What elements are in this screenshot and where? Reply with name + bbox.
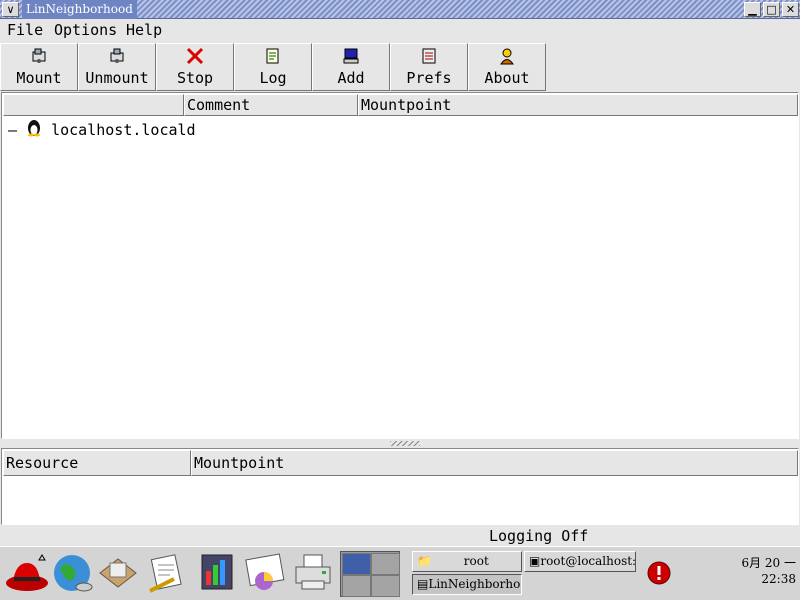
prefs-button[interactable]: Prefs [390, 43, 468, 91]
column-name-header[interactable] [3, 94, 184, 116]
prefs-icon [391, 47, 467, 69]
unmount-icon [79, 47, 155, 69]
task-terminal[interactable]: ▣root@localhost:/m [524, 551, 636, 572]
minimize-button[interactable]: ▁ [744, 2, 761, 17]
menu-file[interactable]: File [7, 21, 43, 39]
tree-expander[interactable]: — [8, 121, 17, 139]
task-linneighborhood[interactable]: ▤LinNeighborhood [412, 574, 522, 595]
spreadsheet-icon[interactable] [244, 551, 288, 595]
about-icon [469, 47, 545, 69]
clock-time: 22:38 [761, 572, 796, 586]
printer-icon[interactable] [292, 551, 336, 595]
host-name: localhost.locald [51, 121, 196, 139]
status-text: Logging Off [489, 527, 589, 545]
column-resource-header[interactable]: Resource [3, 450, 191, 476]
maximize-button[interactable]: □ [763, 2, 780, 17]
workspace-1[interactable] [342, 553, 371, 575]
menu-options[interactable]: Options [54, 21, 117, 39]
column-res-mountpoint-header[interactable]: Mountpoint [191, 450, 798, 476]
workspace-4[interactable] [371, 575, 400, 597]
stop-button[interactable]: Stop [156, 43, 234, 91]
mount-button[interactable]: Mount [0, 43, 78, 91]
log-icon [235, 47, 311, 69]
menu-bar: File Options Help [0, 19, 800, 42]
add-button[interactable]: Add [312, 43, 390, 91]
folder-icon: 📁 [417, 554, 432, 568]
add-icon [313, 47, 389, 69]
column-mountpoint-header[interactable]: Mountpoint [358, 94, 798, 116]
app-icon: ▤ [417, 577, 429, 591]
about-button[interactable]: About [468, 43, 546, 91]
workspace-2[interactable] [371, 553, 400, 575]
column-comment-header[interactable]: Comment [184, 94, 358, 116]
stop-icon [157, 47, 233, 69]
pane-splitter[interactable] [0, 439, 800, 448]
terminal-icon: ▣ [529, 554, 541, 568]
word-processor-icon[interactable] [146, 551, 190, 595]
status-bar: Logging Off [0, 527, 800, 546]
clock[interactable]: 6月 20 一 22:38 [726, 555, 796, 587]
window-menu-button[interactable]: ∨ [2, 2, 19, 17]
redhat-menu-icon[interactable] [4, 551, 48, 595]
task-root[interactable]: 📁 root [412, 551, 522, 572]
log-button[interactable]: Log [234, 43, 312, 91]
window-title: LinNeighborhood [22, 0, 137, 19]
title-bar: ∨ LinNeighborhood ▁ □ ✕ [0, 0, 800, 19]
mount-icon [1, 47, 77, 69]
presentation-icon[interactable] [196, 551, 240, 595]
clock-date: 6月 20 一 [741, 556, 796, 570]
host-tree[interactable]: Comment Mountpoint — localhost.locald [1, 92, 799, 439]
web-browser-icon[interactable] [50, 551, 94, 595]
taskbar: 📁 root ▣root@localhost:/m ▤LinNeighborho… [0, 546, 800, 600]
email-icon[interactable] [96, 551, 140, 595]
unmount-button[interactable]: Unmount [78, 43, 156, 91]
tree-row[interactable]: — localhost.locald [8, 119, 196, 139]
mounted-resources-list[interactable]: Resource Mountpoint [1, 448, 799, 525]
workspace-3[interactable] [342, 575, 371, 597]
close-button[interactable]: ✕ [782, 2, 799, 17]
menu-help[interactable]: Help [126, 21, 162, 39]
workspace-pager[interactable] [340, 551, 400, 597]
alert-icon[interactable] [646, 560, 672, 586]
tux-icon [26, 119, 42, 142]
